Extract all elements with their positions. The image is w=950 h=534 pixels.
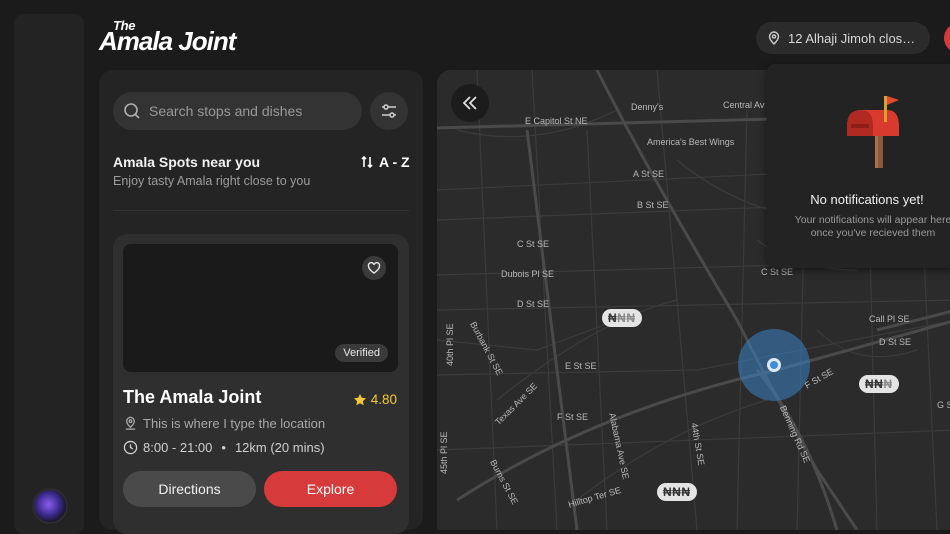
distance-text: 12km (20 mins) [234,440,325,455]
price-active: ₦₦ [865,377,884,391]
sliders-icon [382,104,396,118]
verified-badge: Verified [335,344,388,362]
street-label: B St SE [637,200,669,210]
street-label: C St SE [517,239,550,249]
spot-image: Verified [123,244,398,372]
sort-button[interactable]: A - Z [361,154,410,170]
sort-arrows-icon [361,155,373,169]
street-label: A St SE [633,169,665,179]
spot-location-text: This is where I type the location [143,416,326,431]
price-tag-marker[interactable]: ₦₦₦ [859,375,899,393]
spot-location: This is where I type the location [123,416,325,431]
spot-card[interactable]: Verified The Amala Joint 4.80 This is wh… [113,234,409,534]
street-label: America's Best Wings [647,137,735,147]
street-label: D St SE [879,337,912,347]
search-icon [124,103,140,119]
search-input[interactable] [149,103,349,119]
street-label: Denny's [631,102,664,112]
street-label: Call Pl SE [869,314,910,324]
street-label: E Capitol St NE [525,116,588,126]
mailbox-icon [847,96,899,168]
heart-icon [367,261,381,274]
notifications-popover: No notifications yet! Your notifications… [767,64,950,268]
double-chevron-left-icon [462,96,477,110]
current-location-marker [767,358,781,372]
street-label: D St SE [517,299,550,309]
price-active: ₦₦₦ [663,485,691,499]
spot-hours: 8:00 - 21:00 • 12km (20 mins) [123,440,325,455]
favorite-button[interactable] [362,256,386,280]
section-subtitle: Enjoy tasty Amala right close to you [113,174,311,188]
spots-panel: Amala Spots near you Enjoy tasty Amala r… [99,70,423,534]
rating: 4.80 [353,392,397,407]
divider [113,210,409,211]
profile-button[interactable] [944,23,950,53]
collapse-panel-button[interactable] [451,84,489,122]
clock-icon [123,440,138,455]
street-label: Dubois Pl SE [501,269,555,279]
filter-button[interactable] [370,92,408,130]
left-rail [14,14,84,534]
rating-value: 4.80 [370,392,397,407]
spot-name: The Amala Joint [123,387,262,407]
section-title: Amala Spots near you [113,154,261,170]
street-label: F St SE [557,412,589,422]
hours-text: 8:00 - 21:00 [143,440,213,455]
avatar[interactable] [32,488,68,524]
street-label: 45th Pl SE [439,431,449,474]
price-tag-marker[interactable]: ₦₦₦ [602,309,642,327]
star-icon [353,393,366,405]
street-label: Central Av [723,100,765,110]
price-inactive: ₦₦ [617,311,636,325]
street-label: 40th Pl SE [445,323,455,366]
price-active: ₦ [608,311,618,325]
notifications-title: No notifications yet! [810,192,924,207]
location-pin-icon [768,31,780,45]
notifications-text: Your notifications will appear here once… [794,214,950,239]
logo-main: Amala Joint [99,26,236,56]
location-pin-icon [125,416,136,430]
logo[interactable]: The Amala Joint [99,18,259,58]
directions-button[interactable]: Directions [123,471,256,507]
street-label: G St SE [937,400,950,410]
price-inactive: ₦ [883,377,893,391]
street-label: C St SE [761,267,794,277]
location-selector[interactable]: 12 Alhaji Jimoh close... [756,22,930,54]
sort-label: A - Z [379,154,410,170]
separator-dot: • [221,440,226,455]
location-text: 12 Alhaji Jimoh close... [788,30,920,46]
price-tag-marker[interactable]: ₦₦₦ [657,483,697,501]
explore-button[interactable]: Explore [264,471,397,507]
search-bar[interactable] [113,92,362,130]
street-label: E St SE [565,361,597,371]
